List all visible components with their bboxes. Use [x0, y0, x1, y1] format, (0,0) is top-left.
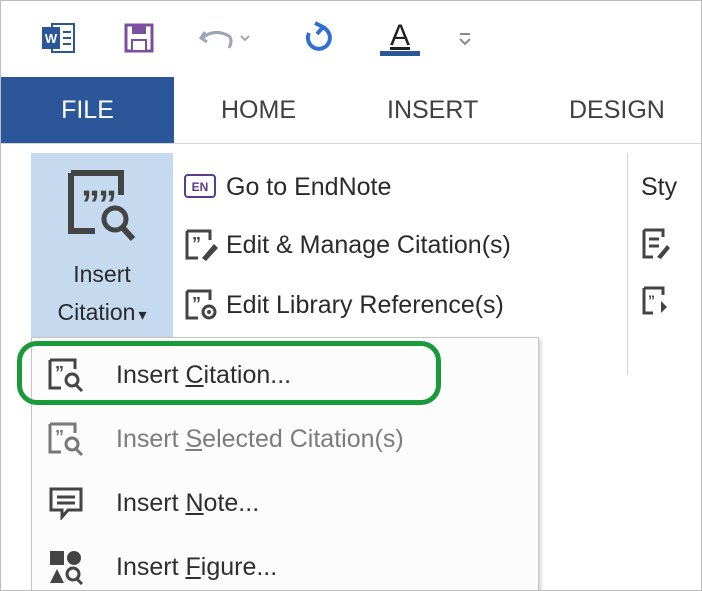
tab-file[interactable]: FILE	[1, 77, 174, 143]
chevron-down-icon: ▾	[138, 307, 147, 324]
svg-text:EN: EN	[192, 180, 209, 194]
insert-figure-icon	[38, 549, 94, 585]
insert-citation-button[interactable]: ” ” Insert Citation ▾	[31, 153, 173, 339]
insert-citation-label-2: Citation ▾	[31, 299, 173, 326]
svg-text:”: ”	[192, 294, 201, 314]
ribbon-group-divider	[627, 153, 628, 375]
undo-icon[interactable]	[195, 17, 259, 59]
tab-home[interactable]: HOME	[221, 77, 296, 143]
edit-manage-citations-label: Edit & Manage Citation(s)	[226, 230, 511, 259]
insert-citation-label-text: Citation	[57, 299, 136, 325]
customize-qat-icon[interactable]	[455, 17, 475, 59]
insert-citation-dropdown: ” Insert Citation... ” Insert Selected C…	[31, 337, 539, 590]
go-to-endnote-label: Go to EndNote	[226, 172, 392, 201]
svg-text:”: ”	[192, 234, 201, 254]
quick-access-toolbar: W A	[1, 1, 701, 77]
svg-text:”: ”	[55, 363, 64, 383]
svg-text:W: W	[45, 31, 58, 46]
edit-citation-icon: ”	[185, 229, 218, 261]
menu-item-insert-note-label: Insert Note...	[116, 488, 260, 517]
edit-manage-citations-button[interactable]: ” Edit & Manage Citation(s)	[184, 223, 511, 267]
menu-item-insert-selected-citations-label: Insert Selected Citation(s)	[116, 424, 404, 453]
save-icon[interactable]	[119, 17, 159, 59]
word-window: W A FILE HOME INSERT DESIGN ” ” Insert C…	[0, 0, 702, 591]
redo-icon[interactable]	[297, 17, 341, 59]
font-color-icon[interactable]: A	[379, 17, 421, 59]
tab-insert[interactable]: INSERT	[387, 77, 478, 143]
edit-library-references-label: Edit Library Reference(s)	[226, 290, 504, 319]
svg-text:”: ”	[98, 184, 117, 226]
word-logo-icon: W	[39, 17, 79, 59]
insert-note-icon	[38, 486, 94, 520]
menu-item-insert-citation[interactable]: ” Insert Citation...	[32, 344, 538, 406]
endnote-icon: EN	[184, 174, 216, 198]
style-format-icon[interactable]	[641, 227, 671, 266]
style-label: Sty	[641, 172, 678, 201]
insert-citation-icon: ”	[38, 357, 94, 393]
menu-item-insert-note[interactable]: Insert Note...	[32, 472, 538, 534]
font-color-glyph: A	[389, 18, 410, 52]
ribbon-tabs: FILE HOME INSERT DESIGN	[1, 77, 701, 143]
menu-item-insert-figure[interactable]: Insert Figure...	[32, 536, 538, 590]
menu-item-insert-citation-label: Insert Citation...	[116, 360, 292, 389]
edit-library-references-button[interactable]: ” Edit Library Reference(s)	[184, 283, 504, 327]
style-update-icon[interactable]: ”	[641, 285, 671, 322]
go-to-endnote-button[interactable]: EN Go to EndNote	[184, 165, 391, 209]
edit-library-icon: ”	[185, 289, 217, 320]
insert-selected-citation-icon: ”	[38, 421, 94, 457]
svg-text:”: ”	[648, 292, 655, 308]
insert-citation-label-1: Insert	[73, 261, 131, 287]
menu-item-insert-figure-label: Insert Figure...	[116, 552, 278, 581]
font-color-bar	[380, 50, 420, 56]
menu-item-insert-selected-citations[interactable]: ” Insert Selected Citation(s)	[32, 408, 538, 470]
svg-text:”: ”	[55, 427, 64, 447]
insert-citation-large-icon: ” ”	[68, 170, 136, 242]
tab-design[interactable]: DESIGN	[569, 77, 665, 143]
